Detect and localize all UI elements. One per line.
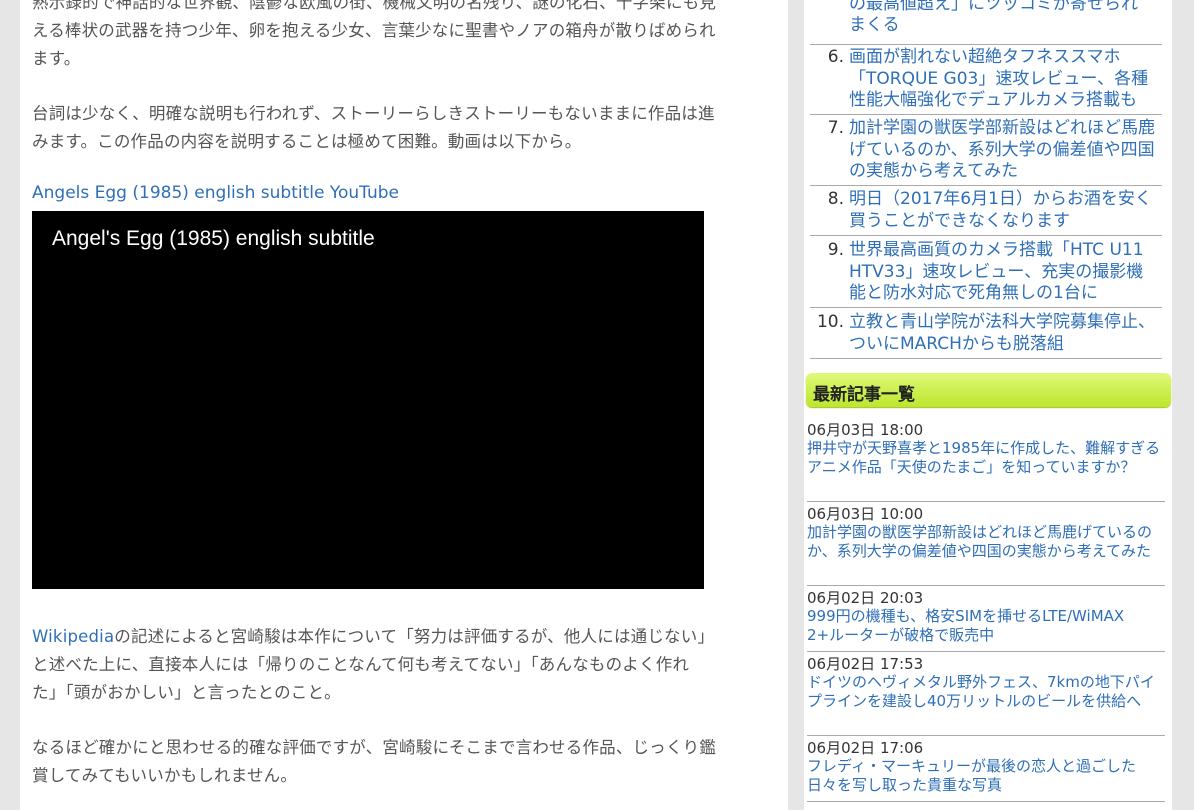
ranking-title-text[interactable]: の最高値超え」にツッコミが寄せられ (849, 0, 1138, 14)
video-title[interactable]: Angel's Egg (1985) english subtitle (52, 227, 375, 251)
paragraph-text: の記述によると宮崎駿は本作について「努力は評価するが、他人には通じない」 (114, 627, 715, 646)
news-title[interactable]: 加計学園の獣医学部新設はどれほど馬鹿げているのか、系列大学の偏差値や四国の実態か… (807, 523, 1165, 561)
sidebar: の最高値超え」にツッコミが寄せられ まくる 6. 画面が割れない超絶タフネススマ… (804, 0, 1172, 810)
article-paragraph: 熟示録的で神話的な世界観、陰鬱な欧風の街、機械文明の名残り、謎の化石、十字架にも… (32, 0, 777, 73)
article-paragraph: Wikipediaの記述によると宮崎駿は本作について「努力は評価するが、他人には… (32, 623, 777, 707)
paragraph-text: 熟示録的で神話的な世界観、陰鬱な欧風の街、機械文明の名残り、謎の化石、十字架にも… (32, 0, 717, 12)
video-player[interactable]: Angel's Egg (1985) english subtitle (32, 211, 704, 589)
news-date: 06月02日 17:53 (807, 655, 924, 673)
ranking-item-title[interactable]: 立教と青山学院が法科大学院募集停止、ついにMARCHからも脱落組 (849, 312, 1159, 355)
ranking-item-title[interactable]: 世界最高画質のカメラ搭載「HTC U11 HTV33」速攻レビュー、充実の撮影機… (849, 240, 1159, 305)
news-date: 06月03日 18:00 (807, 421, 924, 439)
paragraph-text: た」「頭がおかしい」と言ったとのこと。 (32, 683, 341, 702)
ranking-item-title[interactable]: の最高値超え」にツッコミが寄せられ まくる (849, 0, 1159, 36)
ranking-item-title[interactable]: 画面が割れない超絶タフネススマホ「TORQUE G03」速攻レビュー、各種性能大… (849, 47, 1159, 112)
paragraph-text: 台詞は少なく、明確な説明も行われず、ストーリーらしきストーリーもないままに作品は… (32, 104, 715, 123)
news-title[interactable]: フレディ・マーキュリーが最後の恋人と過ごした日々を写し取った貴重な写真 (807, 757, 1165, 795)
news-item[interactable]: 06月03日 10:00 加計学園の獣医学部新設はどれほど馬鹿げているのか、系列… (807, 505, 1165, 586)
article-paragraph: 台詞は少なく、明確な説明も行われず、ストーリーらしきストーリーもないままに作品は… (32, 100, 777, 156)
ranking-item[interactable]: の最高値超え」にツッコミが寄せられ まくる (810, 0, 1162, 45)
news-item[interactable]: 06月03日 18:00 押井守が天野喜孝と1985年に作成した、難解すぎるアニ… (807, 421, 1165, 502)
wikipedia-link[interactable]: Wikipedia (32, 627, 114, 646)
video-source-link[interactable]: Angels Egg (1985) english subtitle YouTu… (32, 183, 399, 203)
paragraph-text: 賞してみてもいいかもしれません。 (32, 766, 298, 785)
ranking-number: 10. (816, 312, 844, 332)
ranking-number: 8. (827, 189, 844, 209)
article-paragraph: なるほど確かにと思わせる的確な評価ですが、宮崎駿にそこまで言わせる作品、じっくり… (32, 734, 777, 790)
ranking-item[interactable]: 9. 世界最高画質のカメラ搭載「HTC U11 HTV33」速攻レビュー、充実の… (810, 240, 1162, 308)
news-date: 06月03日 10:00 (807, 505, 924, 523)
article-body: 熟示録的で神話的な世界観、陰鬱な欧風の街、機械文明の名残り、謎の化石、十字架にも… (20, 0, 788, 810)
news-item[interactable]: 06月02日 20:03 999円の機種も、格安SIMを挿せるLTE/WiMAX… (807, 589, 1165, 652)
paragraph-text: える棒状の武器を持つ少年、卵を抱える少女、言葉少なに聖書やノアの箱舟が散りばめら… (32, 21, 716, 40)
news-item[interactable]: 06月02日 17:53 ドイツのヘヴィメタル野外フェス、7kmの地下パイプライ… (807, 655, 1165, 736)
ranking-item[interactable]: 7. 加計学園の獣医学部新設はどれほど馬鹿げているのか、系列大学の偏差値や四国の… (810, 118, 1162, 186)
ranking-title-text[interactable]: まくる (849, 15, 900, 35)
paragraph-text: ます。 (32, 49, 81, 68)
ranking-item-title[interactable]: 明日（2017年6月1日）からお酒を安く買うことができなくなります (849, 189, 1159, 232)
ranking-number: 7. (827, 118, 844, 138)
ranking-item[interactable]: 8. 明日（2017年6月1日）からお酒を安く買うことができなくなります (810, 189, 1162, 236)
ranking-number: 6. (827, 47, 844, 67)
news-item[interactable]: 06月02日 17:06 フレディ・マーキュリーが最後の恋人と過ごした日々を写し… (807, 739, 1165, 802)
news-title[interactable]: 押井守が天野喜孝と1985年に作成した、難解すぎるアニメ作品「天使のたまご」を知… (807, 439, 1165, 477)
news-date: 06月02日 17:06 (807, 739, 924, 757)
latest-articles-heading-text: 最新記事一覧 (813, 385, 915, 405)
news-title[interactable]: ドイツのヘヴィメタル野外フェス、7kmの地下パイプラインを建設し40万リットルの… (807, 673, 1165, 711)
ranking-item-title[interactable]: 加計学園の獣医学部新設はどれほど馬鹿げているのか、系列大学の偏差値や四国の実態か… (849, 118, 1159, 183)
paragraph-text: なるほど確かにと思わせる的確な評価ですが、宮崎駿にそこまで言わせる作品、じっくり… (32, 738, 717, 757)
ranking-number: 9. (827, 240, 844, 260)
news-date: 06月02日 20:03 (807, 589, 924, 607)
paragraph-text: と述べた上に、直接本人には「帰りのことなんて何も考えてない」「あんなものよく作れ (32, 655, 690, 674)
ranking-item[interactable]: 6. 画面が割れない超絶タフネススマホ「TORQUE G03」速攻レビュー、各種… (810, 47, 1162, 115)
latest-articles-heading: 最新記事一覧 (806, 373, 1171, 407)
ranking-item[interactable]: 10. 立教と青山学院が法科大学院募集停止、ついにMARCHからも脱落組 (810, 312, 1162, 359)
news-title[interactable]: 999円の機種も、格安SIMを挿せるLTE/WiMAX 2+ルーターが破格で販売… (807, 607, 1165, 645)
paragraph-text: みます。この作品の内容を説明することは極めて困難。動画は以下から。 (32, 132, 582, 151)
